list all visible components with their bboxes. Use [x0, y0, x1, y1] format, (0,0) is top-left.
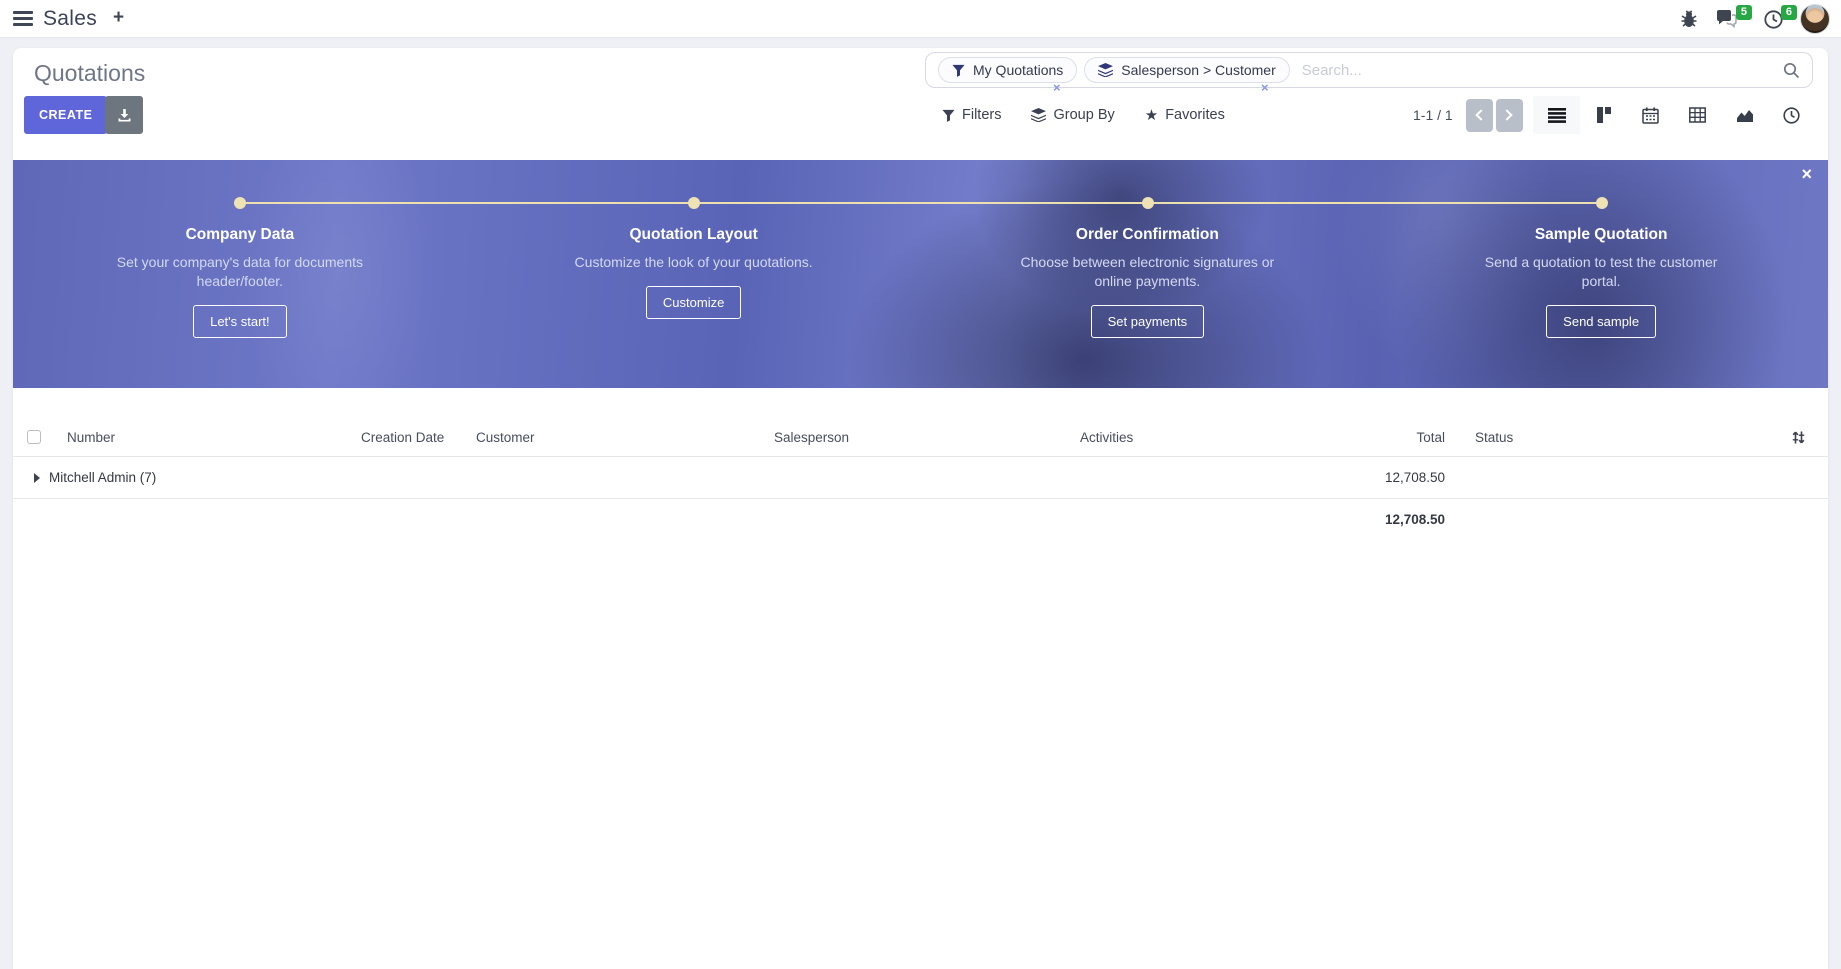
- view-calendar-button[interactable]: [1627, 96, 1674, 134]
- view-kanban-button[interactable]: [1580, 96, 1627, 134]
- graph-view-icon: [1736, 108, 1754, 123]
- view-list-button[interactable]: [1533, 96, 1580, 134]
- facet-label: Salesperson > Customer: [1121, 62, 1275, 78]
- step-title: Quotation Layout: [467, 226, 921, 244]
- timeline-dot: [234, 197, 246, 209]
- app-name[interactable]: Sales: [43, 7, 97, 31]
- optional-columns-icon[interactable]: [1791, 430, 1806, 445]
- page-title: Quotations: [34, 60, 145, 87]
- kanban-view-icon: [1596, 107, 1612, 123]
- search-icon[interactable]: [1783, 62, 1800, 79]
- activities-badge: 6: [1781, 5, 1797, 20]
- filters-label: Filters: [962, 107, 1001, 123]
- column-header-salesperson[interactable]: Salesperson: [765, 430, 1071, 445]
- step-description: Set your company's data for documents he…: [105, 253, 375, 291]
- pager-previous-button[interactable]: [1466, 99, 1493, 132]
- column-header-status[interactable]: Status: [1453, 430, 1763, 445]
- groupby-menu[interactable]: Group By: [1031, 107, 1114, 123]
- search-input[interactable]: Search...: [1302, 62, 1362, 79]
- download-icon: [117, 108, 132, 123]
- group-row-mitchell-admin[interactable]: Mitchell Admin (7) 12,708.50: [13, 456, 1828, 499]
- timeline-dot: [688, 197, 700, 209]
- banner-close-icon[interactable]: ×: [1801, 165, 1812, 183]
- quotations-list: Number Creation Date Customer Salesperso…: [13, 418, 1828, 539]
- favorites-menu[interactable]: ★ Favorites: [1145, 106, 1225, 124]
- layers-icon: [1098, 63, 1113, 77]
- set-payments-button[interactable]: Set payments: [1091, 305, 1205, 338]
- send-sample-button[interactable]: Send sample: [1546, 305, 1656, 338]
- pager-next-button[interactable]: [1496, 99, 1523, 132]
- list-header: Number Creation Date Customer Salesperso…: [13, 418, 1828, 456]
- apps-menu-icon[interactable]: [13, 11, 33, 26]
- messages-badge: 5: [1736, 5, 1752, 20]
- chevron-right-icon: [1501, 109, 1512, 120]
- step-title: Sample Quotation: [1374, 226, 1828, 244]
- search-options: Filters Group By ★ Favorites: [942, 96, 1225, 134]
- pivot-view-icon: [1689, 107, 1706, 123]
- activity-view-icon: [1783, 107, 1800, 124]
- calendar-view-icon: [1642, 107, 1659, 124]
- top-navbar: Sales + 5 6: [0, 0, 1841, 38]
- column-header-creation-date[interactable]: Creation Date: [351, 430, 467, 445]
- search-facet-groupby[interactable]: Salesperson > Customer: [1084, 57, 1289, 83]
- star-icon: ★: [1145, 106, 1158, 124]
- footer-total: 12,708.50: [1357, 512, 1453, 527]
- facet-remove-icon[interactable]: ×: [1261, 80, 1269, 95]
- column-header-customer[interactable]: Customer: [467, 430, 765, 445]
- view-activity-button[interactable]: [1768, 96, 1815, 134]
- list-footer: 12,708.50: [13, 499, 1828, 539]
- create-button[interactable]: CREATE: [24, 96, 107, 134]
- user-avatar[interactable]: [1800, 4, 1830, 34]
- step-description: Send a quotation to test the customer po…: [1466, 253, 1736, 291]
- group-total: 12,708.50: [1357, 470, 1453, 485]
- plus-icon[interactable]: +: [113, 7, 124, 29]
- debug-bug-icon[interactable]: [1679, 9, 1701, 31]
- filter-icon: [952, 64, 965, 77]
- view-graph-button[interactable]: [1721, 96, 1768, 134]
- timeline-dot: [1596, 197, 1608, 209]
- customize-button[interactable]: Customize: [646, 286, 741, 319]
- filters-menu[interactable]: Filters: [942, 107, 1001, 123]
- group-expand-caret-icon[interactable]: [34, 473, 40, 483]
- step-title: Company Data: [13, 226, 467, 244]
- step-description: Choose between electronic signatures or …: [1012, 253, 1282, 291]
- onboarding-step-sample-quotation: Sample Quotation Send a quotation to tes…: [1374, 226, 1828, 338]
- column-header-total[interactable]: Total: [1357, 430, 1453, 445]
- list-view-icon: [1548, 108, 1566, 123]
- onboarding-steps: Company Data Set your company's data for…: [13, 226, 1828, 338]
- favorites-label: Favorites: [1165, 107, 1225, 123]
- select-all-checkbox[interactable]: [27, 430, 41, 444]
- facet-remove-icon[interactable]: ×: [1053, 80, 1061, 95]
- column-header-activities[interactable]: Activities: [1071, 430, 1357, 445]
- group-label: Mitchell Admin (7): [49, 470, 156, 485]
- groupby-label: Group By: [1053, 107, 1114, 123]
- pager-range: 1-1 / 1: [1413, 107, 1453, 123]
- lets-start-button[interactable]: Let's start!: [193, 305, 287, 338]
- column-header-number[interactable]: Number: [55, 430, 351, 445]
- view-switcher: [1533, 96, 1815, 134]
- onboarding-banner: × Company Data Set your company's data f…: [13, 160, 1828, 388]
- facet-label: My Quotations: [973, 62, 1063, 78]
- onboarding-step-quotation-layout: Quotation Layout Customize the look of y…: [467, 226, 921, 338]
- filter-icon: [942, 109, 955, 122]
- view-pivot-button[interactable]: [1674, 96, 1721, 134]
- timeline-dot: [1142, 197, 1154, 209]
- layers-icon: [1031, 108, 1046, 122]
- messages-icon[interactable]: [1715, 9, 1737, 31]
- content-area: Quotations My Quotations Salesperson > C…: [13, 48, 1828, 969]
- onboarding-step-company-data: Company Data Set your company's data for…: [13, 226, 467, 338]
- pager: 1-1 / 1: [1413, 96, 1523, 134]
- step-title: Order Confirmation: [921, 226, 1375, 244]
- chevron-left-icon: [1475, 109, 1486, 120]
- export-button[interactable]: [105, 96, 143, 134]
- odoo-sales-screen: Sales + 5 6 Quotations: [0, 0, 1841, 969]
- onboarding-step-order-confirmation: Order Confirmation Choose between electr…: [921, 226, 1375, 338]
- timeline-line: [240, 202, 1602, 204]
- step-description: Customize the look of your quotations.: [559, 253, 829, 272]
